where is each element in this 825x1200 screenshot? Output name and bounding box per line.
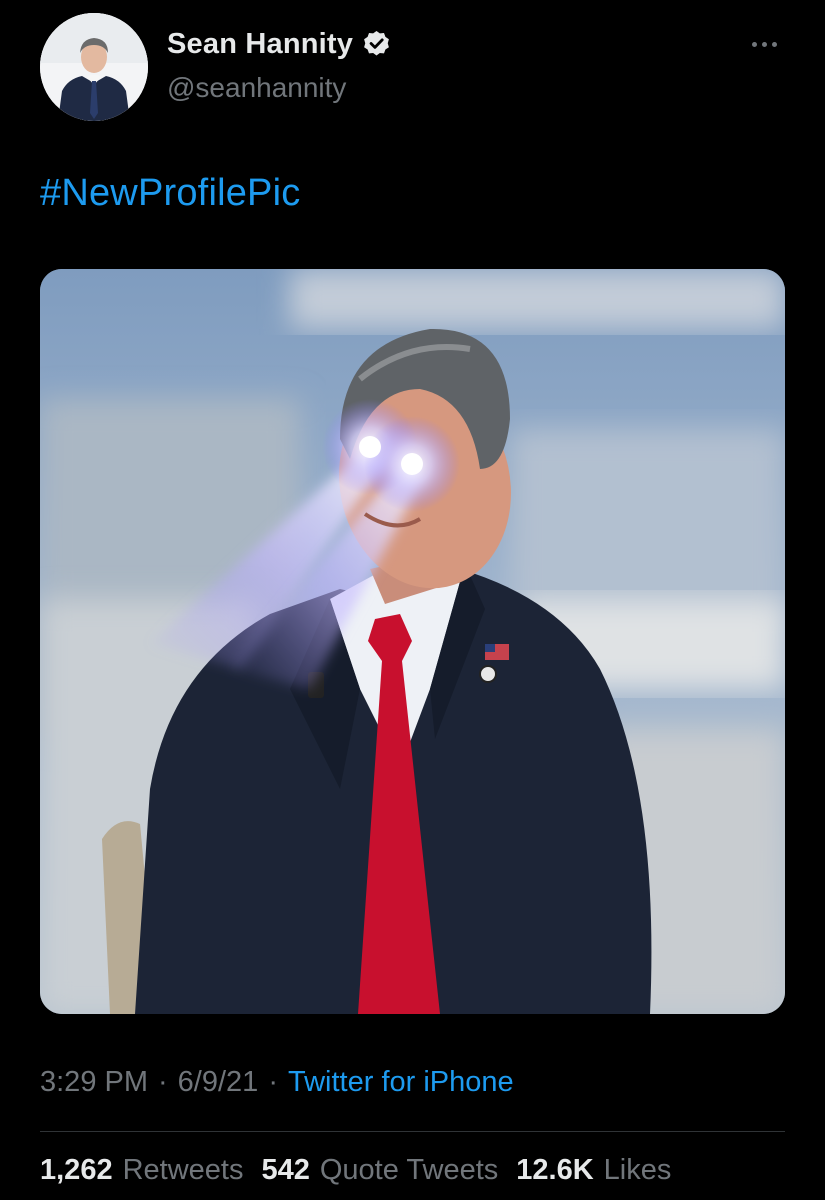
meta-separator: · bbox=[268, 1066, 278, 1098]
likes-label: Likes bbox=[603, 1154, 672, 1186]
tweet-time[interactable]: 3:29 PM bbox=[40, 1066, 148, 1099]
verified-badge-icon bbox=[361, 29, 392, 60]
divider bbox=[40, 1131, 785, 1132]
hashtag-link[interactable]: #NewProfilePic bbox=[40, 172, 300, 215]
tweet-date[interactable]: 6/9/21 bbox=[178, 1066, 259, 1099]
quote-tweets-stat[interactable]: 542 Quote Tweets bbox=[261, 1154, 498, 1187]
author-handle[interactable]: @seanhannity bbox=[167, 72, 346, 104]
retweets-label: Retweets bbox=[122, 1154, 244, 1186]
quote-tweets-count: 542 bbox=[261, 1154, 310, 1186]
tweet-detail: Sean Hannity @seanhannity #NewProfilePic bbox=[0, 0, 825, 1200]
source-link[interactable]: Twitter for iPhone bbox=[288, 1066, 514, 1099]
tweet-meta: 3:29 PM · 6/9/21 · Twitter for iPhone bbox=[40, 1066, 514, 1099]
meta-separator: · bbox=[158, 1066, 168, 1098]
retweets-stat[interactable]: 1,262 Retweets bbox=[40, 1154, 243, 1187]
engagement-stats: 1,262 Retweets 542 Quote Tweets 12.6K Li… bbox=[40, 1154, 671, 1187]
retweets-count: 1,262 bbox=[40, 1154, 113, 1186]
display-name-row: Sean Hannity bbox=[167, 28, 392, 61]
avatar[interactable] bbox=[40, 13, 148, 121]
likes-count: 12.6K bbox=[516, 1154, 594, 1186]
likes-stat[interactable]: 12.6K Likes bbox=[516, 1154, 671, 1187]
quote-tweets-label: Quote Tweets bbox=[319, 1154, 499, 1186]
more-options-icon[interactable] bbox=[752, 34, 784, 54]
tweet-photo[interactable] bbox=[40, 269, 785, 1014]
display-name[interactable]: Sean Hannity bbox=[167, 28, 353, 61]
